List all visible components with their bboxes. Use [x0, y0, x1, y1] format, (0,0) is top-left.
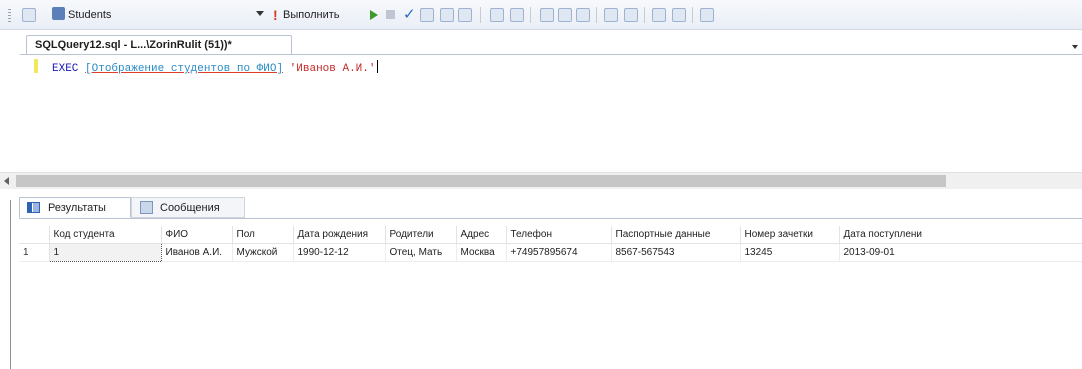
code-line[interactable]: EXEC [Отображение студентов по ФИО] 'Ива… — [52, 60, 378, 75]
execute-label: Выполнить — [283, 9, 340, 21]
grid-header-row: Код студента ФИО Пол Дата рождения Родит… — [19, 226, 1082, 244]
query-document-tab[interactable]: SQLQuery12.sql - L...\ZorinRulit (51))* — [26, 35, 292, 55]
grid-cell[interactable]: 1990-12-12 — [293, 243, 386, 262]
string-argument: 'Иванов А.И.' — [289, 63, 376, 75]
grid-cell[interactable]: 2013-09-01 — [839, 243, 1082, 262]
table-row[interactable]: 1 1 Иванов А.И. Мужской 1990-12-12 Отец,… — [19, 243, 1082, 262]
cancel-query-icon[interactable] — [386, 10, 395, 19]
tab-results-label: Результаты — [48, 202, 106, 214]
grid-cell[interactable]: Мужской — [232, 243, 294, 262]
grid-cell[interactable]: 13245 — [740, 243, 840, 262]
sql-editor-toolbar: Students ! Выполнить ✓ — [0, 0, 1082, 30]
column-header[interactable]: ФИО — [161, 226, 233, 244]
pane-left-border — [10, 200, 11, 369]
column-header[interactable]: Дата рождения — [293, 226, 386, 244]
parse-check-icon[interactable]: ✓ — [403, 5, 416, 23]
sql-keyword: EXEC — [52, 63, 79, 75]
query-designer-icon[interactable] — [440, 8, 454, 22]
toolbar-icon[interactable] — [22, 8, 36, 22]
toolbar-separator — [596, 7, 597, 23]
tab-messages[interactable]: Сообщения — [131, 197, 245, 218]
results-to-text-icon[interactable] — [540, 8, 554, 22]
grid-cell[interactable]: 1 — [48, 243, 162, 262]
column-header[interactable]: Телефон — [506, 226, 612, 244]
toolbar-separator — [530, 7, 531, 23]
client-statistics-icon[interactable] — [510, 8, 524, 22]
debug-icon[interactable] — [370, 10, 378, 20]
increase-indent-icon[interactable] — [672, 8, 686, 22]
editor-horizontal-scrollbar[interactable] — [0, 172, 1082, 189]
results-grid[interactable]: Код студента ФИО Пол Дата рождения Родит… — [19, 226, 1082, 262]
results-to-grid-icon[interactable] — [558, 8, 572, 22]
row-number-header[interactable] — [19, 226, 50, 244]
grid-cell[interactable]: Отец, Мать — [385, 243, 457, 262]
include-plan-icon[interactable] — [490, 8, 504, 22]
column-header[interactable]: Дата поступлени — [839, 226, 1082, 244]
decrease-indent-icon[interactable] — [652, 8, 666, 22]
results-to-file-icon[interactable] — [576, 8, 590, 22]
grid-icon — [27, 202, 40, 213]
grid-cell[interactable]: Иванов А.И. — [161, 243, 233, 262]
toolbar-grip[interactable] — [8, 9, 11, 22]
toolbar-separator — [692, 7, 693, 23]
specify-values-icon[interactable] — [700, 8, 714, 22]
grid-cell[interactable]: Москва — [456, 243, 507, 262]
procedure-name: [Отображение студентов по ФИО] — [85, 63, 284, 75]
messages-icon — [140, 201, 153, 214]
database-name: Students — [68, 9, 112, 21]
text-caret — [376, 60, 378, 73]
database-selector[interactable]: Students — [52, 7, 232, 23]
column-header[interactable]: Паспортные данные — [611, 226, 741, 244]
column-header[interactable]: Родители — [385, 226, 457, 244]
sql-editor[interactable]: EXEC [Отображение студентов по ФИО] 'Ива… — [20, 55, 1082, 170]
column-header[interactable]: Пол — [232, 226, 294, 244]
toolbar-separator — [480, 7, 481, 23]
display-plan-icon[interactable] — [420, 8, 434, 22]
scroll-left-icon[interactable] — [4, 177, 9, 185]
results-tab-strip: Результаты Сообщения — [0, 197, 1082, 219]
database-icon — [52, 7, 65, 20]
intellisense-icon[interactable] — [458, 8, 472, 22]
query-document-title: SQLQuery12.sql - L...\ZorinRulit (51))* — [35, 39, 232, 51]
tab-list-dropdown-icon[interactable] — [1072, 45, 1078, 49]
tab-results[interactable]: Результаты — [19, 197, 131, 218]
tab-messages-label: Сообщения — [160, 202, 220, 214]
scrollbar-thumb[interactable] — [16, 175, 946, 187]
column-header[interactable]: Код студента — [49, 226, 162, 244]
results-divider — [19, 218, 1082, 219]
grid-cell[interactable]: +74957895674 — [506, 243, 612, 262]
uncomment-icon[interactable] — [624, 8, 638, 22]
toolbar-separator — [644, 7, 645, 23]
column-header[interactable]: Номер зачетки — [740, 226, 840, 244]
row-number[interactable]: 1 — [19, 243, 50, 262]
chevron-down-icon[interactable] — [256, 11, 264, 16]
change-indicator — [34, 59, 38, 73]
column-header[interactable]: Адрес — [456, 226, 507, 244]
comment-icon[interactable] — [604, 8, 618, 22]
execute-icon: ! — [273, 7, 278, 23]
grid-cell[interactable]: 8567-567543 — [611, 243, 741, 262]
